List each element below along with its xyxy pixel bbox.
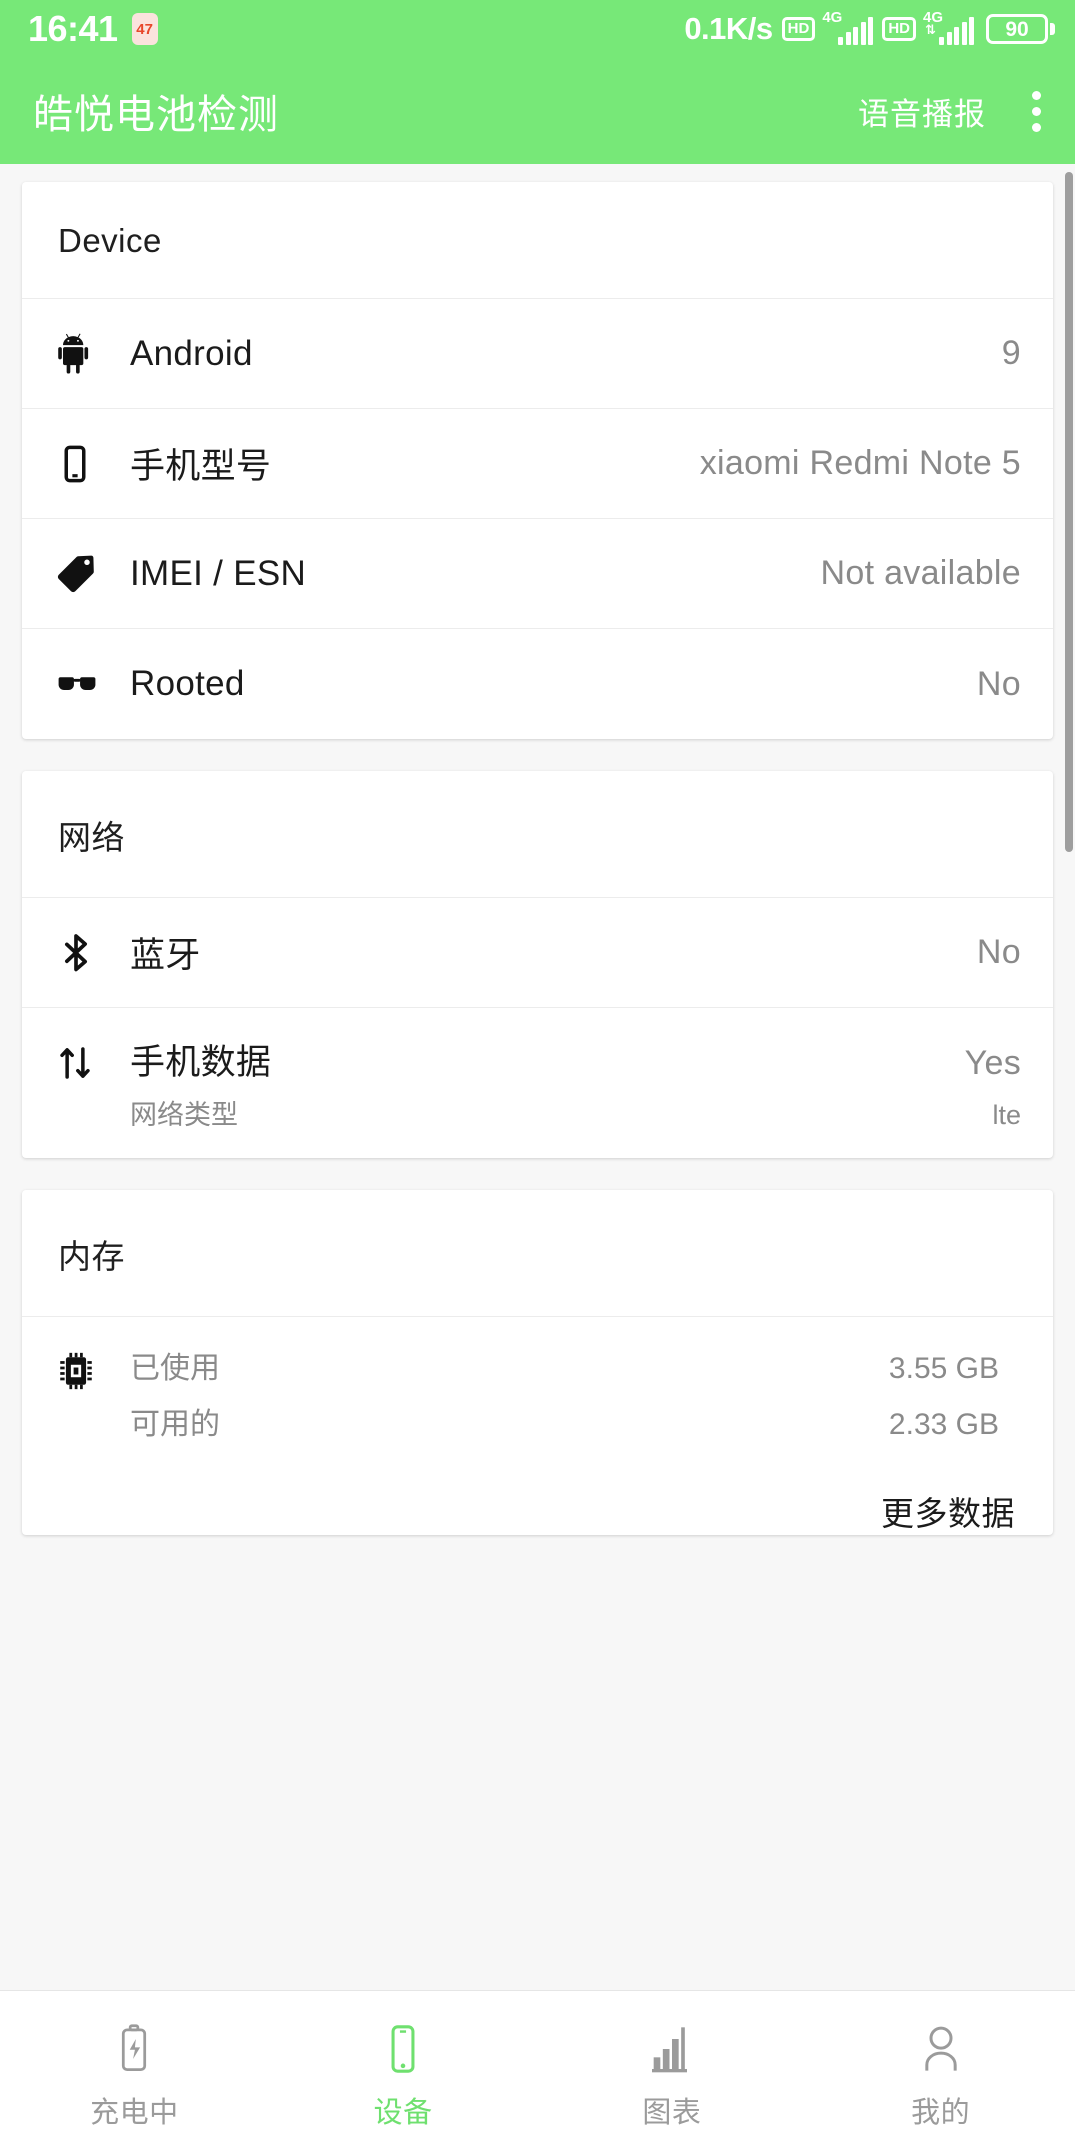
device-card-header: Device <box>22 182 1053 299</box>
sunglasses-icon <box>54 661 130 707</box>
memory-free-label: 可用的 <box>130 1408 220 1441</box>
row-label: 蓝牙 <box>130 936 201 975</box>
memory-used-value: 3.55 GB <box>888 1352 999 1385</box>
nav-item-charts[interactable]: 图表 <box>538 2015 807 2131</box>
battery-icon: 90 <box>986 14 1055 44</box>
android-icon <box>54 331 130 377</box>
row-rooted[interactable]: Rooted No <box>22 629 1053 739</box>
memory-free-line: 可用的 2.33 GB <box>130 1399 999 1443</box>
tag-icon <box>54 552 130 596</box>
network-card-header: 网络 <box>22 771 1053 898</box>
bar-chart-icon <box>649 2021 695 2077</box>
mobile-data-main-line: 手机数据 Yes <box>130 1034 1021 1085</box>
row-mobile-data[interactable]: 手机数据 Yes 网络类型 lte <box>22 1008 1053 1158</box>
row-value: 9 <box>1001 334 1021 372</box>
overflow-menu-icon[interactable] <box>1028 87 1045 136</box>
row-label: 手机数据 <box>130 1043 272 1082</box>
network-type-value: lte <box>992 1100 1021 1130</box>
battery-cap <box>1050 23 1055 35</box>
row-phone-model[interactable]: 手机型号 xiaomi Redmi Note 5 <box>22 409 1053 519</box>
page-title: 皓悦电池检测 <box>33 93 279 137</box>
person-icon <box>919 2021 963 2077</box>
row-value: No <box>976 933 1021 971</box>
app-toolbar: 皓悦电池检测 语音播报 <box>0 58 1075 164</box>
memory-card-title: 内存 <box>58 1238 125 1275</box>
sim2-signal-icon: 4G ⇅ <box>923 10 974 45</box>
memory-usage-row[interactable]: 已使用 3.55 GB 可用的 2.33 GB <box>22 1317 1053 1477</box>
sim2-signal-bars-icon <box>939 16 974 45</box>
memory-used-line: 已使用 3.55 GB <box>130 1343 999 1387</box>
status-time: 16:41 <box>28 8 118 49</box>
row-label: 手机型号 <box>130 447 272 486</box>
status-bar: 16:41 47 0.1K/s HD 4G HD 4G ⇅ 90 <box>0 0 1075 58</box>
voice-broadcast-button[interactable]: 语音播报 <box>858 89 986 134</box>
network-speed-text: 0.1K/s <box>684 11 773 46</box>
nav-label: 图表 <box>642 2097 702 2129</box>
sim1-network-type-label: 4G <box>822 8 843 26</box>
memory-body: 已使用 3.55 GB 可用的 2.33 GB <box>130 1343 1021 1455</box>
nav-item-device[interactable]: 设备 <box>269 2015 538 2131</box>
row-android[interactable]: Android 9 <box>22 299 1053 409</box>
nav-item-charging[interactable]: 充电中 <box>0 2015 269 2131</box>
network-type-line: 网络类型 lte <box>130 1093 1021 1132</box>
data-transfer-icon <box>54 1042 130 1084</box>
network-card-title: 网络 <box>58 819 125 856</box>
row-value: Yes <box>964 1044 1021 1082</box>
bottom-navigation: 充电中 设备 图表 我的 <box>0 1990 1075 2155</box>
sim1-signal-icon: 4G <box>822 10 874 45</box>
memory-used-label: 已使用 <box>130 1352 220 1385</box>
vertical-scrollbar[interactable] <box>1065 172 1073 852</box>
sim1-hd-icon: HD <box>781 17 816 41</box>
nav-label: 设备 <box>373 2097 433 2129</box>
nav-item-profile[interactable]: 我的 <box>806 2015 1075 2131</box>
memory-card: 内存 已使用 3.55 GB 可用的 2.33 GB 更多数据 <box>22 1190 1053 1535</box>
row-label: IMEI / ESN <box>130 553 307 593</box>
status-right-group: 0.1K/s HD 4G HD 4G ⇅ 90 <box>684 10 1055 47</box>
scroll-content[interactable]: Device Android 9 手机型号 xiaomi Redmi Note … <box>0 164 1075 1990</box>
device-card-title: Device <box>58 222 162 259</box>
row-value: xiaomi Redmi Note 5 <box>699 444 1021 482</box>
row-imei[interactable]: IMEI / ESN Not available <box>22 519 1053 629</box>
row-label: Rooted <box>130 664 245 703</box>
memory-chip-icon <box>54 1349 130 1398</box>
sim1-signal-bars-icon <box>838 16 874 45</box>
memory-card-header: 内存 <box>22 1190 1053 1317</box>
mobile-data-textblock: 手机数据 Yes 网络类型 lte <box>130 1034 1021 1132</box>
nav-label: 我的 <box>911 2097 971 2129</box>
row-label: Android <box>130 333 253 373</box>
row-value: No <box>976 664 1021 703</box>
device-phone-icon <box>384 2021 422 2077</box>
row-value: Not available <box>820 554 1021 592</box>
memory-free-value: 2.33 GB <box>888 1408 999 1441</box>
data-activity-arrows-icon: ⇅ <box>925 21 936 37</box>
nav-label: 充电中 <box>90 2097 179 2129</box>
bluetooth-icon <box>54 931 130 975</box>
battery-charging-icon <box>115 2021 153 2077</box>
device-card: Device Android 9 手机型号 xiaomi Redmi Note … <box>22 182 1053 739</box>
more-data-link[interactable]: 更多数据 <box>22 1477 1053 1535</box>
network-type-label: 网络类型 <box>130 1100 238 1130</box>
phone-icon <box>54 443 130 485</box>
network-card: 网络 蓝牙 No 手机数据 Yes 网络类型 lte <box>22 771 1053 1158</box>
battery-level-text: 90 <box>986 14 1048 44</box>
row-bluetooth[interactable]: 蓝牙 No <box>22 898 1053 1008</box>
notification-badge-icon: 47 <box>131 13 158 45</box>
sim2-hd-icon: HD <box>882 17 916 41</box>
